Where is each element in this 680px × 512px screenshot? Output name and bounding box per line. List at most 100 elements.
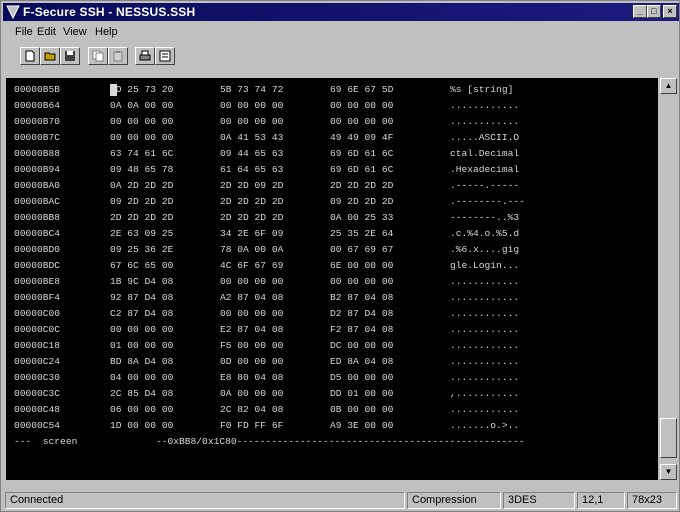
open-icon xyxy=(44,52,56,61)
hex-address: 00000B7C xyxy=(14,132,61,143)
hex-group-1: 00 00 00 00 xyxy=(110,116,174,127)
save-button[interactable] xyxy=(60,47,80,65)
hex-address: 00000C3C xyxy=(14,388,61,399)
hex-address: 00000C30 xyxy=(14,372,61,383)
status-size: 78x23 xyxy=(627,492,677,509)
hex-group-1: 04 00 00 00 xyxy=(110,372,174,383)
window-title: F-Secure SSH - NESSUS.SSH xyxy=(23,5,196,19)
hex-address: 00000B88 xyxy=(14,148,61,159)
hex-group-2: 5B 73 74 72 xyxy=(220,84,284,95)
ascii-text: ............ xyxy=(450,276,520,287)
hex-group-1: 0A 0A 00 00 xyxy=(110,100,174,111)
hex-group-3: 49 49 09 4F xyxy=(330,132,394,143)
ascii-text: ............ xyxy=(450,404,520,415)
hex-address: 00000BAC xyxy=(14,196,61,207)
scroll-down-icon[interactable]: ▼ xyxy=(660,464,677,480)
hex-group-3: 69 6D 61 6C xyxy=(330,148,394,159)
ascii-text: %s [string] xyxy=(450,84,514,95)
menu-edit[interactable]: Edit xyxy=(37,26,56,38)
hex-address: 00000C00 xyxy=(14,308,61,319)
hex-address: 00000C18 xyxy=(14,340,61,351)
hex-group-1: 09 48 65 78 xyxy=(110,164,174,175)
hex-group-2: 78 0A 00 0A xyxy=(220,244,284,255)
ascii-text: ............ xyxy=(450,100,520,111)
hex-group-2: 0D 00 00 00 xyxy=(220,356,284,367)
hex-group-1: 0D 25 73 20 xyxy=(110,84,174,95)
copy-button[interactable] xyxy=(88,47,108,65)
hex-group-1: BD 8A D4 08 xyxy=(110,356,174,367)
hex-address: 00000B94 xyxy=(14,164,61,175)
ascii-text: .%6.x....gig xyxy=(450,244,520,255)
hex-group-2: E2 87 04 08 xyxy=(220,324,284,335)
status-bar: Connected Compression 3DES 12,1 78x23 xyxy=(3,490,679,511)
status-position: 12,1 xyxy=(577,492,625,509)
properties-button[interactable] xyxy=(155,47,175,65)
hex-address: 00000C24 xyxy=(14,356,61,367)
hex-address: 00000BDC xyxy=(14,260,61,271)
ascii-text: .......o.>.. xyxy=(450,420,520,431)
terminal-screen[interactable]: 00000B5B 0D 25 73 20 5B 73 74 72 69 6E 67 5… xyxy=(6,78,658,480)
print-button[interactable] xyxy=(135,47,155,65)
hex-address: 00000B70 xyxy=(14,116,61,127)
hex-group-1: 1B 9C D4 08 xyxy=(110,276,174,287)
minimize-icon[interactable]: _ xyxy=(633,5,647,18)
hex-group-1: 00 00 00 00 xyxy=(110,324,174,335)
hex-group-2: 2D 2D 09 2D xyxy=(220,180,284,191)
hex-group-2: 4C 6F 67 69 xyxy=(220,260,284,271)
ascii-text: .-----.----- xyxy=(450,180,520,191)
open-button[interactable] xyxy=(40,47,60,65)
ascii-text: .....ASCII.O xyxy=(450,132,520,143)
menu-view[interactable]: View xyxy=(63,26,87,38)
hex-group-3: 6E 00 00 00 xyxy=(330,260,394,271)
hex-group-1: 06 00 00 00 xyxy=(110,404,174,415)
hex-group-1: 63 74 61 6C xyxy=(110,148,174,159)
maximize-icon[interactable]: □ xyxy=(647,5,661,18)
ascii-text: --------..%3 xyxy=(450,212,520,223)
hex-group-3: 0B 00 00 00 xyxy=(330,404,394,415)
hex-group-2: 34 2E 6F 09 xyxy=(220,228,284,239)
footer-offset: --0xBB8/0x1C80--------------------------… xyxy=(156,436,525,447)
print-icon xyxy=(139,50,151,61)
menu-help[interactable]: Help xyxy=(95,26,118,38)
hex-group-3: ED 8A 04 08 xyxy=(330,356,394,367)
vertical-scrollbar[interactable]: ▲ ▼ xyxy=(660,78,677,480)
hex-group-3: 00 67 69 67 xyxy=(330,244,394,255)
footer-left: --- screen xyxy=(14,436,78,447)
hex-group-2: F5 00 00 00 xyxy=(220,340,284,351)
ascii-text: .c.%4.o.%5.d xyxy=(450,228,520,239)
ascii-text: ............ xyxy=(450,340,520,351)
paste-button[interactable] xyxy=(108,47,128,65)
hex-group-3: 0A 00 25 33 xyxy=(330,212,394,223)
close-icon[interactable]: × xyxy=(663,5,677,18)
hex-group-3: DD 01 00 00 xyxy=(330,388,394,399)
scroll-thumb[interactable] xyxy=(660,418,677,458)
hex-group-1: 2D 2D 2D 2D xyxy=(110,212,174,223)
hex-group-3: DC 00 00 00 xyxy=(330,340,394,351)
hex-group-3: 09 2D 2D 2D xyxy=(330,196,394,207)
scroll-up-icon[interactable]: ▲ xyxy=(660,78,677,94)
ascii-text: ,........... xyxy=(450,388,520,399)
hex-group-2: 00 00 00 00 xyxy=(220,308,284,319)
hex-address: 00000BC4 xyxy=(14,228,61,239)
app-icon xyxy=(6,5,20,19)
hex-group-3: D5 00 00 00 xyxy=(330,372,394,383)
hex-group-1: 01 00 00 00 xyxy=(110,340,174,351)
hex-group-2: 0A 41 53 43 xyxy=(220,132,284,143)
hex-address: 00000C48 xyxy=(14,404,61,415)
hex-group-1: C2 87 D4 08 xyxy=(110,308,174,319)
new-icon xyxy=(25,50,35,62)
hex-group-1: 09 25 36 2E xyxy=(110,244,174,255)
ascii-text: ............ xyxy=(450,308,520,319)
hex-group-1: 92 87 D4 08 xyxy=(110,292,174,303)
hex-group-1: 2C 85 D4 08 xyxy=(110,388,174,399)
hex-address: 00000BD0 xyxy=(14,244,61,255)
menu-file[interactable]: File xyxy=(15,26,33,38)
hex-group-3: 69 6D 61 6C xyxy=(330,164,394,175)
hex-group-3: 00 00 00 00 xyxy=(330,276,394,287)
hex-group-2: 2D 2D 2D 2D xyxy=(220,196,284,207)
title-bar[interactable]: F-Secure SSH - NESSUS.SSH _ □ × xyxy=(3,3,679,21)
hex-group-2: 00 00 00 00 xyxy=(220,116,284,127)
new-button[interactable] xyxy=(20,47,40,65)
hex-group-2: 00 00 00 00 xyxy=(220,100,284,111)
hex-group-2: 00 00 00 00 xyxy=(220,276,284,287)
